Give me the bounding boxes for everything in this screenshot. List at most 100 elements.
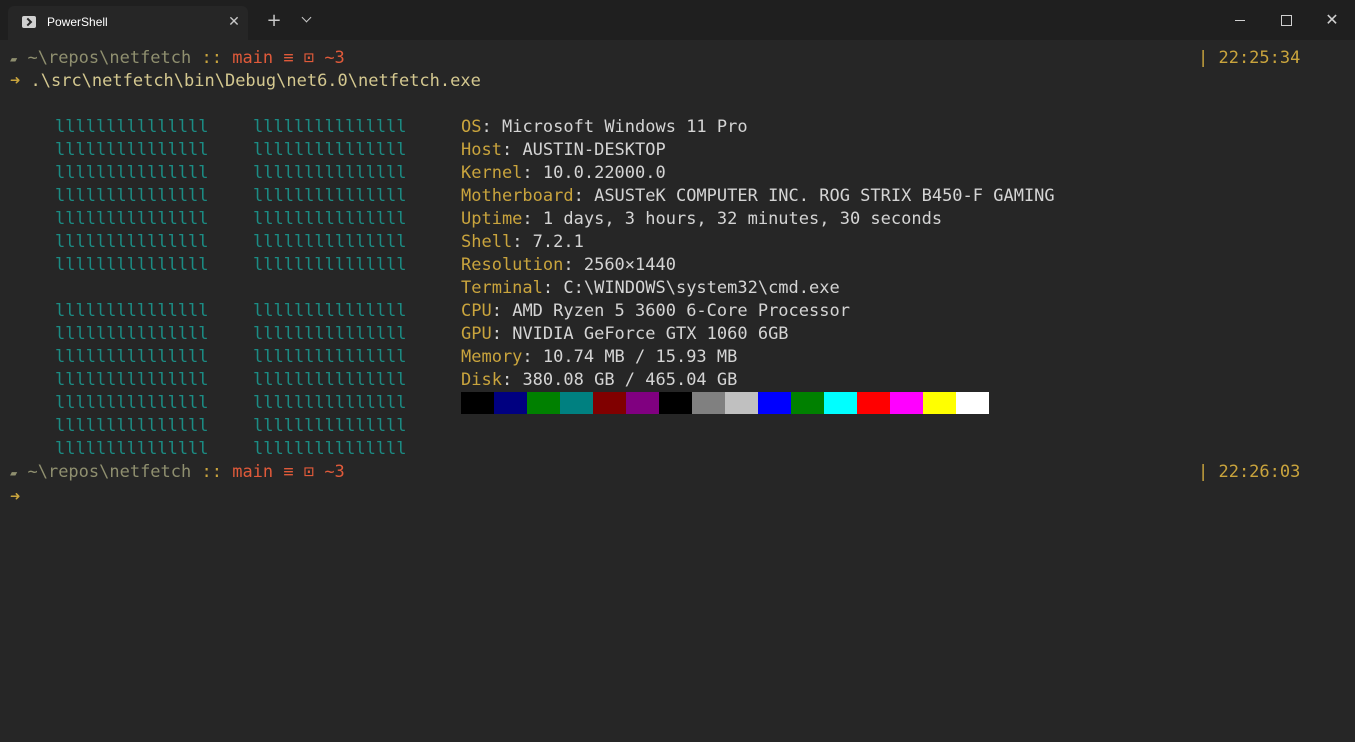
info-colon: : [522, 347, 543, 367]
arrow-icon: ➜ [10, 71, 21, 91]
info-colon: : [522, 209, 543, 229]
color-swatch [659, 392, 692, 414]
info-key: OS [461, 117, 482, 137]
new-tab-button[interactable]: + [264, 11, 284, 31]
info-value: ASUSTeK COMPUTER INC. ROG STRIX B450-F G… [594, 186, 1055, 206]
info-key: Kernel [461, 163, 523, 183]
info-row: Uptime: 1 days, 3 hours, 32 minutes, 30 … [461, 208, 942, 231]
color-swatch [857, 392, 890, 414]
maximize-button[interactable] [1272, 6, 1300, 34]
logo-row: lllllllllllllll [253, 232, 407, 252]
info-value: C:\WINDOWS\system32\cmd.exe [563, 278, 840, 298]
logo-row: lllllllllllllll [253, 209, 407, 229]
logo-row: lllllllllllllll [55, 255, 209, 275]
prompt-separator: :: [191, 462, 233, 482]
logo-row: lllllllllllllll [253, 416, 407, 436]
logo-row: lllllllllllllll [253, 347, 407, 367]
info-value: AMD Ryzen 5 3600 6-Core Processor [512, 301, 850, 321]
folder-icon: ▰ [10, 466, 18, 480]
info-row: Host: AUSTIN-DESKTOP [461, 139, 666, 162]
close-tab-icon[interactable]: ✕ [226, 14, 242, 30]
logo-row: lllllllllllllll [55, 117, 209, 137]
info-row: Resolution: 2560×1440 [461, 254, 676, 277]
info-colon: : [491, 324, 513, 344]
info-value: 10.0.22000.0 [542, 163, 666, 183]
logo-row: lllllllllllllll [253, 186, 407, 206]
color-swatch [692, 392, 725, 414]
color-swatch [593, 392, 626, 414]
info-value: 2560×1440 [583, 255, 676, 275]
close-window-button[interactable]: ✕ [1318, 6, 1346, 34]
color-swatch [758, 392, 791, 414]
logo-row: lllllllllllllll [55, 324, 209, 344]
logo-row: lllllllllllllll [55, 370, 209, 390]
tab-powershell[interactable]: PowerShell ✕ [8, 6, 248, 40]
logo-row: lllllllllllllll [55, 347, 209, 367]
title-bar: PowerShell ✕ + ✕ [0, 0, 1355, 40]
info-value: 1 days, 3 hours, 32 minutes, 30 seconds [542, 209, 943, 229]
logo-row: lllllllllllllll [253, 140, 407, 160]
info-colon: : [501, 140, 523, 160]
git-branch: main ≡ ⊡ ~3 [232, 48, 345, 68]
info-colon: : [573, 186, 595, 206]
command-text: .\src\netfetch\bin\Debug\net6.0\netfetch… [30, 71, 481, 91]
logo-row: lllllllllllllll [55, 232, 209, 252]
command-line: ➜ .\src\netfetch\bin\Debug\net6.0\netfet… [10, 70, 481, 93]
logo-row: lllllllllllllll [253, 439, 407, 459]
logo-row: lllllllllllllll [55, 416, 209, 436]
git-branch: main ≡ ⊡ ~3 [232, 462, 345, 482]
info-colon: : [491, 301, 513, 321]
color-swatch [527, 392, 560, 414]
logo-row: lllllllllllllll [55, 163, 209, 183]
tab-title: PowerShell [47, 15, 108, 29]
logo-row: lllllllllllllll [55, 301, 209, 321]
info-row: Terminal: C:\WINDOWS\system32\cmd.exe [461, 277, 840, 300]
info-value: NVIDIA GeForce GTX 1060 6GB [512, 324, 789, 344]
info-key: Memory [461, 347, 523, 367]
info-key: GPU [461, 324, 492, 344]
prompt-line-1: ▰ ~\repos\netfetch :: main ≡ ⊡ ~3 [10, 47, 345, 70]
color-swatch [626, 392, 659, 414]
info-row: CPU: AMD Ryzen 5 3600 6-Core Processor [461, 300, 850, 323]
info-value: AUSTIN-DESKTOP [522, 140, 666, 160]
info-key: Uptime [461, 209, 523, 229]
info-colon: : [512, 232, 533, 252]
color-swatch [494, 392, 527, 414]
logo-row: lllllllllllllll [55, 186, 209, 206]
info-value: 380.08 GB / 465.04 GB [522, 370, 738, 390]
info-row: Disk: 380.08 GB / 465.04 GB [461, 369, 737, 392]
input-line[interactable]: ➜ [10, 486, 20, 509]
info-colon: : [563, 255, 584, 275]
logo-row: lllllllllllllll [253, 393, 407, 413]
minimize-button[interactable] [1226, 6, 1254, 34]
color-swatch [560, 392, 593, 414]
prompt-path: ~\repos\netfetch [27, 462, 192, 482]
color-swatch [923, 392, 956, 414]
folder-icon: ▰ [10, 52, 18, 66]
logo-row: lllllllllllllll [55, 439, 209, 459]
arrow-icon: ➜ [10, 487, 21, 507]
logo-row: lllllllllllllll [253, 370, 407, 390]
logo-row: lllllllllllllll [55, 393, 209, 413]
info-colon: : [501, 370, 523, 390]
logo-row: lllllllllllllll [253, 255, 407, 275]
info-row: Shell: 7.2.1 [461, 231, 584, 254]
info-row: GPU: NVIDIA GeForce GTX 1060 6GB [461, 323, 789, 346]
info-row: Kernel: 10.0.22000.0 [461, 162, 666, 185]
info-row: OS: Microsoft Windows 11 Pro [461, 116, 748, 139]
info-key: Shell [461, 232, 513, 252]
prompt-path: ~\repos\netfetch [27, 48, 192, 68]
info-value: 10.74 MB / 15.93 MB [542, 347, 738, 367]
info-key: Disk [461, 370, 502, 390]
prompt-separator: :: [191, 48, 233, 68]
info-colon: : [542, 278, 564, 298]
info-value: 7.2.1 [532, 232, 584, 252]
chevron-down-icon[interactable] [298, 12, 318, 30]
logo-row: lllllllllllllll [55, 140, 209, 160]
logo-row: lllllllllllllll [253, 163, 407, 183]
logo-row: lllllllllllllll [253, 117, 407, 137]
info-key: Host [461, 140, 502, 160]
logo-row: lllllllllllllll [253, 301, 407, 321]
info-colon: : [481, 117, 502, 137]
powershell-icon [22, 16, 36, 28]
